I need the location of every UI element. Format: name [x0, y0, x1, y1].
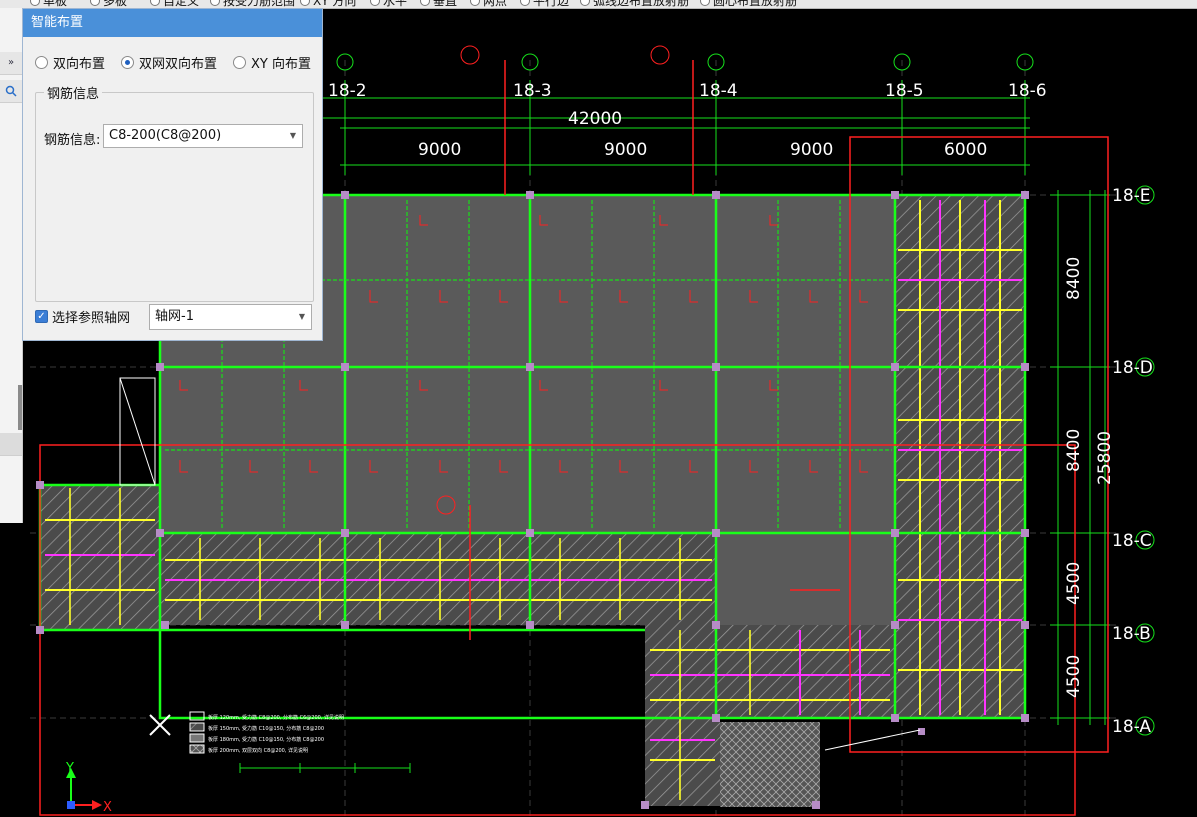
- radio-icon: [420, 0, 430, 6]
- axis-grid-value: 轴网-1: [155, 309, 194, 324]
- left-side-strip: »: [0, 8, 23, 523]
- rebar-info-select[interactable]: C8-200(C8@200) ▼: [103, 124, 303, 148]
- toolbar-option-label: 圆心布置放射筋: [713, 0, 798, 8]
- dim-span-3: 6000: [944, 140, 987, 160]
- toolbar-option-10[interactable]: 圆心布置放射筋: [700, 0, 798, 8]
- toolbar-option-5[interactable]: 水平: [370, 0, 408, 8]
- toolbar-option-label: 弧线边布置放射筋: [593, 0, 690, 8]
- toolbar-option-2[interactable]: 自定义: [150, 0, 199, 8]
- toolbar-option-label: 水平: [383, 0, 408, 8]
- axis-label-row-1: 18-D: [1112, 358, 1153, 378]
- radio-icon: [520, 0, 530, 6]
- radio-icon: [210, 0, 220, 6]
- legend-line-2: 板厚 180mm, 受力筋 C10@150, 分布筋 C8@200: [208, 736, 324, 743]
- radio-icon: [470, 0, 480, 6]
- dim-row-span-3: 4500: [1064, 655, 1084, 698]
- toolbar-option-3[interactable]: 按受力筋范围: [210, 0, 295, 8]
- rebar-info-group: 钢筋信息 钢筋信息: C8-200(C8@200) ▼: [35, 83, 314, 302]
- radio-selected-icon: [121, 56, 135, 69]
- legend-line-3: 板厚 200mm, 双层双向 C8@200, 详见说明: [208, 747, 308, 754]
- radio-xy-direction[interactable]: XY 向布置: [233, 53, 311, 72]
- radio-double-net-bidirectional[interactable]: 双网双向布置: [121, 53, 217, 72]
- smart-layout-panel: 智能布置 双向布置 双网双向布置 XY 向布置 钢筋信息 钢筋信息: C8-20…: [22, 8, 323, 341]
- expand-arrows-label: »: [7, 57, 15, 68]
- expand-arrows-button[interactable]: »: [0, 52, 22, 75]
- axis-label-col-3: 18-5: [885, 81, 924, 101]
- panel-title: 智能布置: [23, 9, 322, 37]
- axis-label-row-0: 18-E: [1112, 186, 1151, 206]
- toolbar-option-label: 垂直: [433, 0, 458, 8]
- toolbar-option-1[interactable]: 多板: [90, 0, 127, 8]
- search-icon[interactable]: [0, 80, 22, 103]
- chevron-down-icon: ▼: [289, 131, 296, 140]
- dim-row-span-1: 8400: [1064, 429, 1084, 472]
- radio-icon: [300, 0, 310, 6]
- radio-bidirectional[interactable]: 双向布置: [35, 53, 105, 72]
- side-handle-icon[interactable]: [0, 433, 22, 456]
- radio-icon: [700, 0, 710, 6]
- rebar-info-value: C8-200(C8@200): [109, 128, 222, 143]
- dim-span-1: 9000: [604, 140, 647, 160]
- ucs-x-label: X: [103, 800, 112, 815]
- legend-line-1: 板厚 150mm, 受力筋 C10@150, 分布筋 C8@200: [208, 725, 324, 732]
- side-splitter[interactable]: [18, 385, 22, 430]
- ref-axis-checkbox-row[interactable]: ✓ 选择参照轴网: [35, 307, 130, 326]
- ref-axis-label: 选择参照轴网: [52, 311, 131, 326]
- toolbar-option-9[interactable]: 弧线边布置放射筋: [580, 0, 690, 8]
- radio-icon: [150, 0, 160, 6]
- group-title: 钢筋信息: [44, 83, 103, 102]
- dim-row-span-2: 4500: [1064, 562, 1084, 605]
- legend-line-0: 板厚 120mm, 受力筋 C8@200, 分布筋 C6@200, 详见说明: [208, 714, 344, 721]
- radio-icon: [233, 56, 247, 69]
- radio-label: XY 向布置: [251, 57, 312, 72]
- radio-icon: [370, 0, 380, 6]
- toolbar-option-label: 平行边: [533, 0, 570, 8]
- radio-label: 双向布置: [53, 57, 106, 72]
- dim-span-0: 9000: [418, 140, 461, 160]
- axis-label-row-2: 18-C: [1112, 531, 1152, 551]
- dim-total-height: 25800: [1095, 431, 1115, 485]
- toolbar-option-4[interactable]: XY 方向: [300, 0, 356, 8]
- dim-total-width: 42000: [568, 109, 622, 129]
- axis-label-col-4: 18-6: [1008, 81, 1047, 101]
- toolbar-option-0[interactable]: 单板: [30, 0, 67, 8]
- chevron-down-icon: ▼: [298, 312, 305, 321]
- toolbar-option-6[interactable]: 垂直: [420, 0, 458, 8]
- axis-label-col-1: 18-3: [513, 81, 552, 101]
- checkbox-checked-icon[interactable]: ✓: [35, 310, 48, 323]
- dim-row-span-0: 8400: [1064, 257, 1084, 300]
- radio-icon: [90, 0, 100, 6]
- radio-icon: [30, 0, 40, 6]
- dim-span-2: 9000: [790, 140, 833, 160]
- axis-grid-select[interactable]: 轴网-1 ▼: [149, 304, 312, 330]
- axis-label-col-0: 18-2: [328, 81, 367, 101]
- toolbar-option-7[interactable]: 两点: [470, 0, 508, 8]
- ucs-y-label: Y: [65, 761, 74, 776]
- radio-icon: [35, 56, 48, 69]
- axis-label-row-4: 18-A: [1112, 717, 1151, 737]
- rebar-info-label: 钢筋信息:: [44, 133, 101, 148]
- radio-icon: [580, 0, 590, 6]
- toolbar-option-label: 两点: [483, 0, 508, 8]
- layout-mode-radios: 双向布置 双网双向布置 XY 向布置: [35, 53, 311, 72]
- toolbar-option-8[interactable]: 平行边: [520, 0, 570, 8]
- axis-label-col-2: 18-4: [699, 81, 738, 101]
- radio-label: 双网双向布置: [139, 57, 218, 72]
- axis-label-row-3: 18-B: [1112, 624, 1151, 644]
